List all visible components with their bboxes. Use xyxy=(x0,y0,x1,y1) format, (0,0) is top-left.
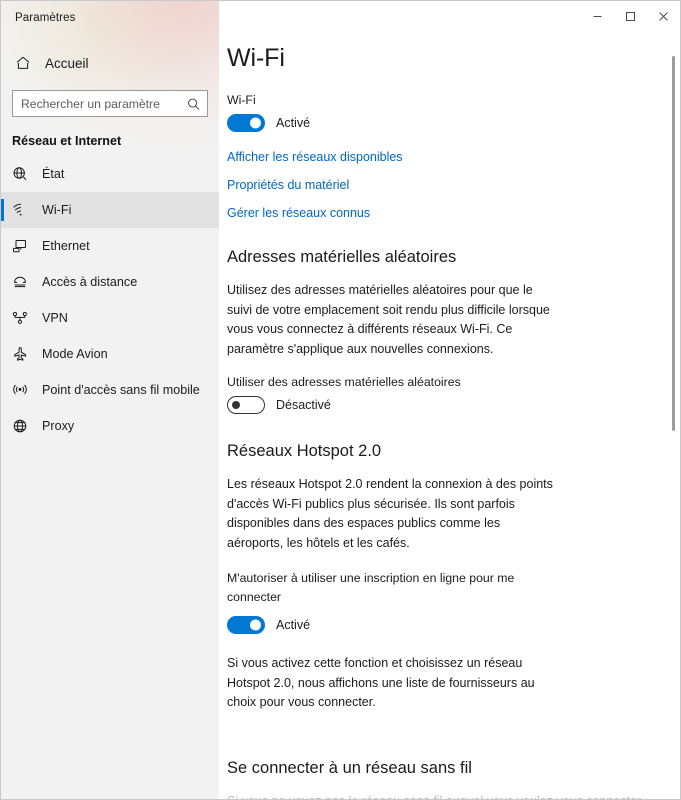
globe-status-icon xyxy=(12,166,40,182)
random-hardware-description: Utilisez des adresses matérielles aléato… xyxy=(227,283,550,356)
sidebar-item-point-acces-mobile[interactable]: Point d'accès sans fil mobile xyxy=(1,372,219,408)
hotspot-toggle-state: Activé xyxy=(276,618,311,632)
hotspot-footnote: Si vous activez cette fonction et choisi… xyxy=(227,656,535,709)
sidebar-item-label: État xyxy=(42,167,65,181)
sidebar-item-home[interactable]: Accueil xyxy=(1,46,219,80)
wifi-toggle-row: Activé xyxy=(227,114,557,132)
connect-network-description: Si vous ne voyez pas le réseau sans fil … xyxy=(227,792,641,800)
page-title: Wi-Fi xyxy=(227,44,285,72)
toggle-knob xyxy=(250,117,261,129)
random-hardware-toggle[interactable] xyxy=(227,396,265,414)
random-hardware-heading: Adresses matérielles aléatoires xyxy=(227,248,457,266)
sidebar-item-mode-avion[interactable]: Mode Avion xyxy=(1,336,219,372)
sidebar-home-label: Accueil xyxy=(45,55,89,71)
hotspot-toggle-label: M'autoriser à utiliser une inscription e… xyxy=(227,571,515,604)
random-hardware-toggle-label: Utiliser des adresses matérielles aléato… xyxy=(227,375,461,389)
search-container xyxy=(1,80,219,117)
hotspot-description: Les réseaux Hotspot 2.0 rendent la conne… xyxy=(227,477,553,550)
sidebar-item-label: Mode Avion xyxy=(42,347,108,361)
sidebar-item-ethernet[interactable]: Ethernet xyxy=(1,228,219,264)
toggle-knob xyxy=(232,401,240,409)
sidebar: Paramètres Accueil Rechercher un paramèt… xyxy=(1,1,219,799)
sidebar-item-proxy[interactable]: Proxy xyxy=(1,408,219,444)
link-show-available-networks[interactable]: Afficher les réseaux disponibles xyxy=(227,150,403,164)
sidebar-item-label: Wi-Fi xyxy=(42,203,72,217)
random-hardware-toggle-row: Désactivé xyxy=(227,396,557,414)
link-manage-known-networks[interactable]: Gérer les réseaux connus xyxy=(227,206,370,220)
monitor-icon xyxy=(12,238,40,254)
search-input[interactable] xyxy=(13,96,207,111)
wifi-toggle[interactable] xyxy=(227,114,265,132)
sidebar-nav: État Wi-Fi Ethernet Accès à distance VPN… xyxy=(1,156,219,444)
settings-window: Paramètres Accueil Rechercher un paramèt… xyxy=(0,0,681,800)
hotspot-heading: Réseaux Hotspot 2.0 xyxy=(227,442,382,460)
toggle-knob xyxy=(250,619,261,631)
home-icon xyxy=(15,55,41,71)
sidebar-category-title: Réseau et Internet xyxy=(12,134,122,148)
sidebar-item-label: Accès à distance xyxy=(42,275,138,289)
hotspot-icon xyxy=(12,382,40,398)
main-panel: Wi-Fi Wi-Fi Activé Afficher les réseaux … xyxy=(219,1,680,799)
sidebar-item-acces-distance[interactable]: Accès à distance xyxy=(1,264,219,300)
search-icon[interactable] xyxy=(187,97,200,110)
maximize-icon[interactable] xyxy=(614,1,647,32)
scrollbar-thumb[interactable] xyxy=(672,56,675,431)
sidebar-item-vpn[interactable]: VPN xyxy=(1,300,219,336)
airplane-icon xyxy=(12,346,40,362)
sidebar-item-label: VPN xyxy=(42,311,68,325)
dialup-icon xyxy=(12,274,40,290)
wifi-icon xyxy=(12,202,40,218)
wifi-toggle-state: Activé xyxy=(276,116,311,130)
title-bar-left: Paramètres xyxy=(1,1,219,34)
link-hardware-properties[interactable]: Propriétés du matériel xyxy=(227,178,349,192)
sidebar-item-etat[interactable]: État xyxy=(1,156,219,192)
hotspot-toggle-row: Activé xyxy=(227,616,557,634)
globe-icon xyxy=(12,418,40,434)
connect-network-heading: Se connecter à un réseau sans fil xyxy=(227,758,472,777)
minimize-icon[interactable] xyxy=(581,1,614,32)
random-hardware-toggle-state: Désactivé xyxy=(276,398,331,412)
sidebar-item-label: Proxy xyxy=(42,419,75,433)
window-controls xyxy=(581,1,680,32)
vpn-icon xyxy=(12,310,40,326)
wifi-toggle-label: Wi-Fi xyxy=(227,93,256,107)
sidebar-item-wifi[interactable]: Wi-Fi xyxy=(1,192,219,228)
sidebar-item-label: Ethernet xyxy=(42,239,90,253)
sidebar-item-label: Point d'accès sans fil mobile xyxy=(42,383,200,397)
close-icon[interactable] xyxy=(647,1,680,32)
hotspot-toggle[interactable] xyxy=(227,616,265,634)
app-title: Paramètres xyxy=(15,11,76,24)
search-box[interactable] xyxy=(12,90,208,117)
scrollbar[interactable] xyxy=(666,32,680,799)
settings-content: Wi-Fi Wi-Fi Activé Afficher les réseaux … xyxy=(219,32,680,799)
